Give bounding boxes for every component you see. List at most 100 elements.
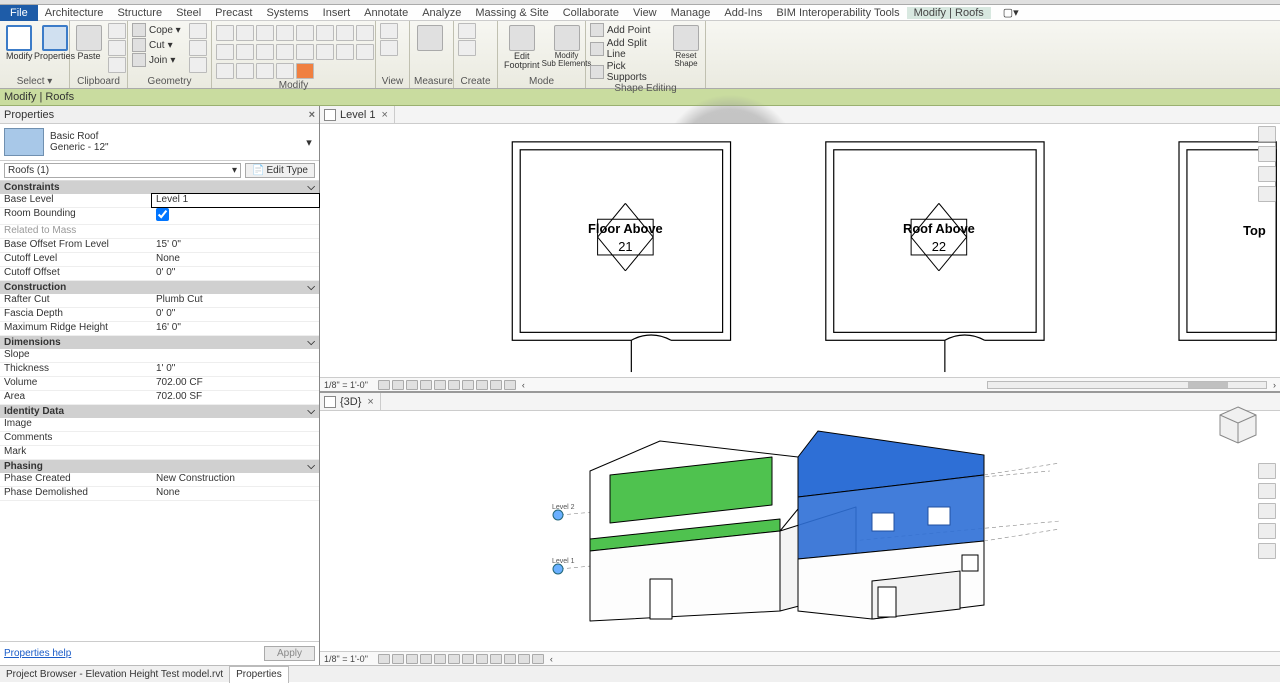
- property-value[interactable]: Level 1: [152, 194, 319, 207]
- align-button[interactable]: [296, 25, 314, 41]
- property-row[interactable]: Area702.00 SF: [0, 391, 319, 405]
- vb3d-11[interactable]: [518, 654, 530, 664]
- vb3d-1[interactable]: [378, 654, 390, 664]
- property-value[interactable]: None: [152, 487, 319, 500]
- mod-16[interactable]: [356, 44, 374, 60]
- property-row[interactable]: Comments: [0, 432, 319, 446]
- vb-sunpath-icon[interactable]: [406, 380, 418, 390]
- property-value[interactable]: 702.00 SF: [152, 391, 319, 404]
- property-row[interactable]: Maximum Ridge Height16' 0": [0, 322, 319, 336]
- nav3d-pan-icon[interactable]: [1258, 503, 1276, 519]
- property-value[interactable]: 0' 0": [152, 308, 319, 321]
- menu-steel[interactable]: Steel: [169, 7, 208, 19]
- close-3d-view-button[interactable]: ×: [365, 396, 375, 408]
- trim-button[interactable]: [296, 44, 314, 60]
- nav-zoom-icon[interactable]: [1258, 186, 1276, 202]
- join-button[interactable]: Join ▾: [132, 53, 181, 67]
- property-value[interactable]: [152, 446, 319, 459]
- property-value[interactable]: Plumb Cut: [152, 294, 319, 307]
- property-row[interactable]: Volume702.00 CF: [0, 377, 319, 391]
- mirror-button[interactable]: [336, 25, 354, 41]
- cut-clipboard-button[interactable]: [108, 23, 126, 39]
- property-group-header[interactable]: Constraints⌵: [0, 181, 319, 194]
- property-group-header[interactable]: Phasing⌵: [0, 460, 319, 473]
- project-browser-tab[interactable]: Project Browser - Elevation Height Test …: [0, 666, 230, 683]
- property-row[interactable]: Mark: [0, 446, 319, 460]
- property-row[interactable]: Phase DemolishedNone: [0, 487, 319, 501]
- create-btn-1[interactable]: [458, 23, 476, 39]
- property-value[interactable]: 16' 0": [152, 322, 319, 335]
- property-group-header[interactable]: Identity Data⌵: [0, 405, 319, 418]
- property-row[interactable]: Phase CreatedNew Construction: [0, 473, 319, 487]
- pick-supports-button[interactable]: Pick Supports: [590, 61, 667, 83]
- mod-20[interactable]: [276, 63, 294, 79]
- pin-button[interactable]: [256, 63, 274, 79]
- vb3d-4[interactable]: [420, 654, 432, 664]
- move-button[interactable]: [216, 25, 234, 41]
- view-tab-3d[interactable]: {3D} ×: [320, 393, 381, 411]
- property-value[interactable]: None: [152, 253, 319, 266]
- vb3d-12[interactable]: [532, 654, 544, 664]
- vb-9[interactable]: [490, 380, 502, 390]
- property-row[interactable]: Slope: [0, 349, 319, 363]
- mod-12[interactable]: [276, 44, 294, 60]
- nav3d-orbit-icon[interactable]: [1258, 543, 1276, 559]
- cope-button[interactable]: Cope ▾: [132, 23, 181, 37]
- property-row[interactable]: Thickness1' 0": [0, 363, 319, 377]
- mod-15[interactable]: [336, 44, 354, 60]
- vb-shadows-icon[interactable]: [420, 380, 432, 390]
- view-btn-2[interactable]: [380, 40, 398, 56]
- horizontal-scrollbar[interactable]: [987, 381, 1267, 389]
- property-row[interactable]: Cutoff Offset0' 0": [0, 267, 319, 281]
- view-tab-level1[interactable]: Level 1 ×: [320, 106, 395, 124]
- copy-mod-button[interactable]: [216, 44, 234, 60]
- offset-button[interactable]: [316, 25, 334, 41]
- geom-btn-1[interactable]: [189, 23, 207, 39]
- vb3d-2[interactable]: [392, 654, 404, 664]
- vb-detail-level-icon[interactable]: [378, 380, 390, 390]
- menu-systems[interactable]: Systems: [259, 7, 315, 19]
- property-value[interactable]: 702.00 CF: [152, 377, 319, 390]
- mod-14[interactable]: [316, 44, 334, 60]
- property-row[interactable]: Cutoff LevelNone: [0, 253, 319, 267]
- vb3d-3[interactable]: [406, 654, 418, 664]
- vb-crop-visible-icon[interactable]: [448, 380, 460, 390]
- type-selector[interactable]: Basic Roof Generic - 12" ▾: [0, 124, 319, 161]
- property-row[interactable]: Base Offset From Level15' 0": [0, 239, 319, 253]
- nav3d-wheel-icon[interactable]: [1258, 483, 1276, 499]
- 3d-canvas[interactable]: Level 2 Level 1: [320, 411, 1280, 651]
- properties-help-link[interactable]: Properties help: [4, 648, 71, 659]
- property-value[interactable]: 0' 0": [152, 267, 319, 280]
- type-dropdown-arrow[interactable]: ▾: [303, 136, 315, 149]
- plan-view[interactable]: Level 1 ×: [320, 106, 1280, 393]
- instance-filter-combo[interactable]: Roofs (1) ▾: [4, 163, 241, 178]
- vb-visual-style-icon[interactable]: [392, 380, 404, 390]
- menu-modify-roofs[interactable]: Modify | Roofs: [907, 7, 991, 19]
- nav-pan-icon[interactable]: [1258, 166, 1276, 182]
- property-row[interactable]: Fascia Depth0' 0": [0, 308, 319, 322]
- plan-canvas[interactable]: Floor Above 21: [320, 124, 1280, 377]
- edit-footprint-button[interactable]: Edit Footprint: [502, 23, 542, 72]
- paste-button[interactable]: Paste: [74, 23, 104, 63]
- 3d-view[interactable]: {3D} × Level 2 Level 1: [320, 393, 1280, 665]
- add-split-line-button[interactable]: Add Split Line: [590, 38, 667, 60]
- geom-btn-2[interactable]: [189, 40, 207, 56]
- close-view-button[interactable]: ×: [379, 109, 389, 121]
- property-row[interactable]: Room Bounding: [0, 208, 319, 225]
- nav-wheel-icon[interactable]: [1258, 146, 1276, 162]
- mod-11[interactable]: [256, 44, 274, 60]
- property-value[interactable]: [152, 418, 319, 431]
- delete-button[interactable]: [296, 63, 314, 79]
- property-group-header[interactable]: Dimensions⌵: [0, 336, 319, 349]
- menu-architecture[interactable]: Architecture: [38, 7, 111, 19]
- property-value[interactable]: [152, 225, 319, 238]
- nav3d-zoom-icon[interactable]: [1258, 523, 1276, 539]
- vb3d-10[interactable]: [504, 654, 516, 664]
- properties-status-tab[interactable]: Properties: [230, 666, 289, 683]
- vb3d-9[interactable]: [490, 654, 502, 664]
- vb3d-6[interactable]: [448, 654, 460, 664]
- view-cube[interactable]: [1214, 401, 1262, 449]
- modify-tool-button[interactable]: Modify: [4, 23, 35, 63]
- menu-precast[interactable]: Precast: [208, 7, 259, 19]
- geom-btn-3[interactable]: [189, 57, 207, 73]
